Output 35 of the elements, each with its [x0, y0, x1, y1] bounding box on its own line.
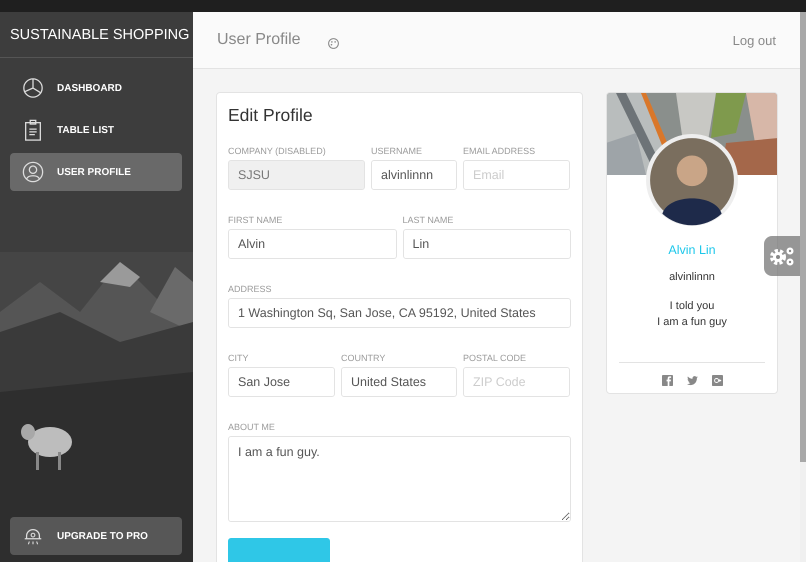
profile-username: alvinlinnn — [669, 271, 715, 283]
nav-item[interactable]: DASHBOARD — [10, 69, 182, 107]
field-label: ADDRESS — [228, 284, 273, 294]
clipboard-icon — [22, 119, 44, 141]
text-area[interactable]: I am a fun guy. — [228, 436, 571, 522]
scrollbar[interactable] — [800, 12, 806, 562]
input-field[interactable]: San Jose — [228, 367, 335, 397]
upgrade-button[interactable]: UPGRADE TO PRO — [10, 517, 182, 555]
nav-item[interactable]: USER PROFILE — [10, 153, 182, 191]
field-label: FIRST NAME — [228, 215, 284, 225]
bio-line: I told you — [670, 299, 714, 314]
field-label: EMAIL ADDRESS — [463, 146, 536, 156]
input-field[interactable]: United States — [341, 367, 457, 397]
user-icon — [22, 161, 44, 183]
nav-item[interactable]: TABLE LIST — [10, 111, 182, 149]
input-field[interactable]: 1 Washington Sq, San Jose, CA 95192, United States — [228, 298, 571, 328]
bio-line: I am a fun guy — [657, 315, 727, 330]
facebook-icon[interactable] — [662, 375, 672, 386]
input-field[interactable]: Alvin — [228, 229, 396, 259]
field-label: POSTAL CODE — [463, 353, 528, 363]
input-field[interactable]: alvinlinnn — [371, 160, 457, 190]
field-label: LAST NAME — [402, 215, 454, 225]
field-label: CITY — [228, 353, 250, 363]
twitter-icon[interactable] — [686, 375, 698, 386]
field-label: COUNTRY — [341, 353, 386, 363]
palette-icon[interactable] — [326, 36, 340, 50]
page-title: User Profile — [217, 31, 301, 49]
field-label: ABOUT ME — [228, 422, 276, 432]
google-plus-icon[interactable] — [712, 375, 722, 386]
settings-button[interactable] — [764, 236, 800, 276]
input-field[interactable]: Lin — [402, 229, 571, 259]
pie-chart-icon — [22, 77, 44, 99]
field-label: USERNAME — [371, 146, 424, 156]
card-title: Edit Profile — [228, 105, 314, 126]
field-label: COMPANY (DISABLED) — [228, 146, 327, 156]
